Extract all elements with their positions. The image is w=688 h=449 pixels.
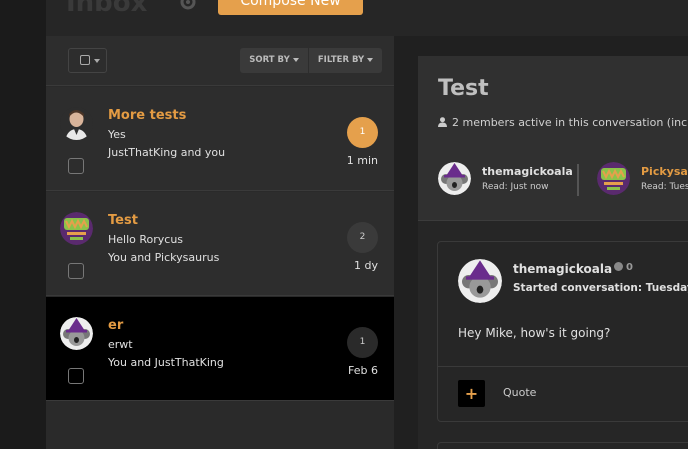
koala-wizard-avatar-icon[interactable] [458, 259, 502, 303]
conversation-time: 1 min [346, 154, 378, 167]
left-sidebar-strip [0, 0, 46, 449]
conversation-title[interactable]: er [108, 318, 123, 333]
post-body: Hey Mike, how's it going? [458, 326, 611, 340]
quote-button[interactable]: Quote [503, 386, 536, 399]
conversation-row[interactable]: er erwt You and JustThatKing 1 Feb 6 [46, 297, 394, 401]
participant[interactable]: themagickoala Read: Just now [438, 162, 578, 198]
chevron-down-icon [94, 59, 100, 63]
conversation-members: You and JustThatKing [108, 356, 224, 369]
reputation-dot-icon [614, 262, 623, 271]
nexus-logo-avatar-icon [597, 162, 630, 195]
sort-by-label: SORT BY [249, 55, 290, 65]
post-author[interactable]: themagickoala [513, 262, 612, 276]
plus-icon[interactable]: + [458, 380, 485, 407]
page-title: Inbox [66, 0, 148, 18]
koala-wizard-avatar-icon [60, 317, 93, 350]
message-count-badge: 1 [347, 327, 378, 358]
compose-new-button[interactable]: Compose New [218, 0, 363, 15]
message-count-badge: 2 [347, 222, 378, 253]
active-members-text: 2 members active in this conversation (i… [438, 116, 688, 129]
divider [438, 366, 688, 367]
filter-by-button[interactable]: FILTER BY [309, 48, 382, 73]
message-post [437, 442, 688, 449]
unread-count-badge: 1 [347, 117, 378, 148]
select-all-dropdown[interactable] [68, 48, 107, 73]
row-checkbox[interactable] [68, 368, 84, 384]
gear-icon[interactable] [178, 0, 198, 12]
participant-name[interactable]: Pickysau [641, 165, 688, 178]
nexus-logo-avatar-icon [60, 212, 93, 245]
person-avatar-icon [60, 107, 93, 140]
active-members-label: 2 members active in this conversation (i… [452, 116, 688, 129]
conversation-row[interactable]: More tests Yes JustThatKing and you 1 1 … [46, 87, 394, 191]
post-started-info: Started conversation: Tuesday at [513, 282, 688, 294]
chevron-down-icon [367, 57, 374, 62]
reputation-badge: 0 [614, 262, 633, 273]
filter-by-label: FILTER BY [317, 55, 365, 65]
koala-wizard-avatar-icon [438, 162, 471, 195]
conversation-heading: Test [438, 76, 489, 101]
conversation-preview: erwt [108, 338, 133, 351]
participant-name[interactable]: themagickoala [482, 165, 573, 178]
chevron-down-icon [292, 57, 299, 62]
message-post: themagickoala 0 Started conversation: Tu… [437, 241, 688, 422]
row-checkbox[interactable] [68, 158, 84, 174]
conversation-members: You and Pickysaurus [108, 251, 220, 264]
participant-read-status: Read: Just now [482, 182, 549, 192]
reputation-value: 0 [626, 262, 633, 273]
conversation-preview: Hello Rorycus [108, 233, 184, 246]
conversation-row[interactable]: Test Hello Rorycus You and Pickysaurus 2… [46, 192, 394, 296]
conversation-preview: Yes [108, 128, 126, 141]
select-checkbox-icon [80, 55, 90, 65]
conversation-title[interactable]: Test [108, 213, 138, 228]
user-icon [438, 117, 447, 127]
conversation-time: Feb 6 [348, 364, 378, 377]
conversation-title[interactable]: More tests [108, 108, 186, 123]
row-checkbox[interactable] [68, 263, 84, 279]
conversation-members: JustThatKing and you [108, 146, 226, 159]
participant[interactable]: Pickysau Read: Tues [597, 162, 688, 198]
participant-read-status: Read: Tues [641, 182, 688, 192]
sort-by-button[interactable]: SORT BY [240, 48, 308, 73]
divider [577, 164, 579, 196]
conversation-time: 1 dy [354, 259, 378, 272]
